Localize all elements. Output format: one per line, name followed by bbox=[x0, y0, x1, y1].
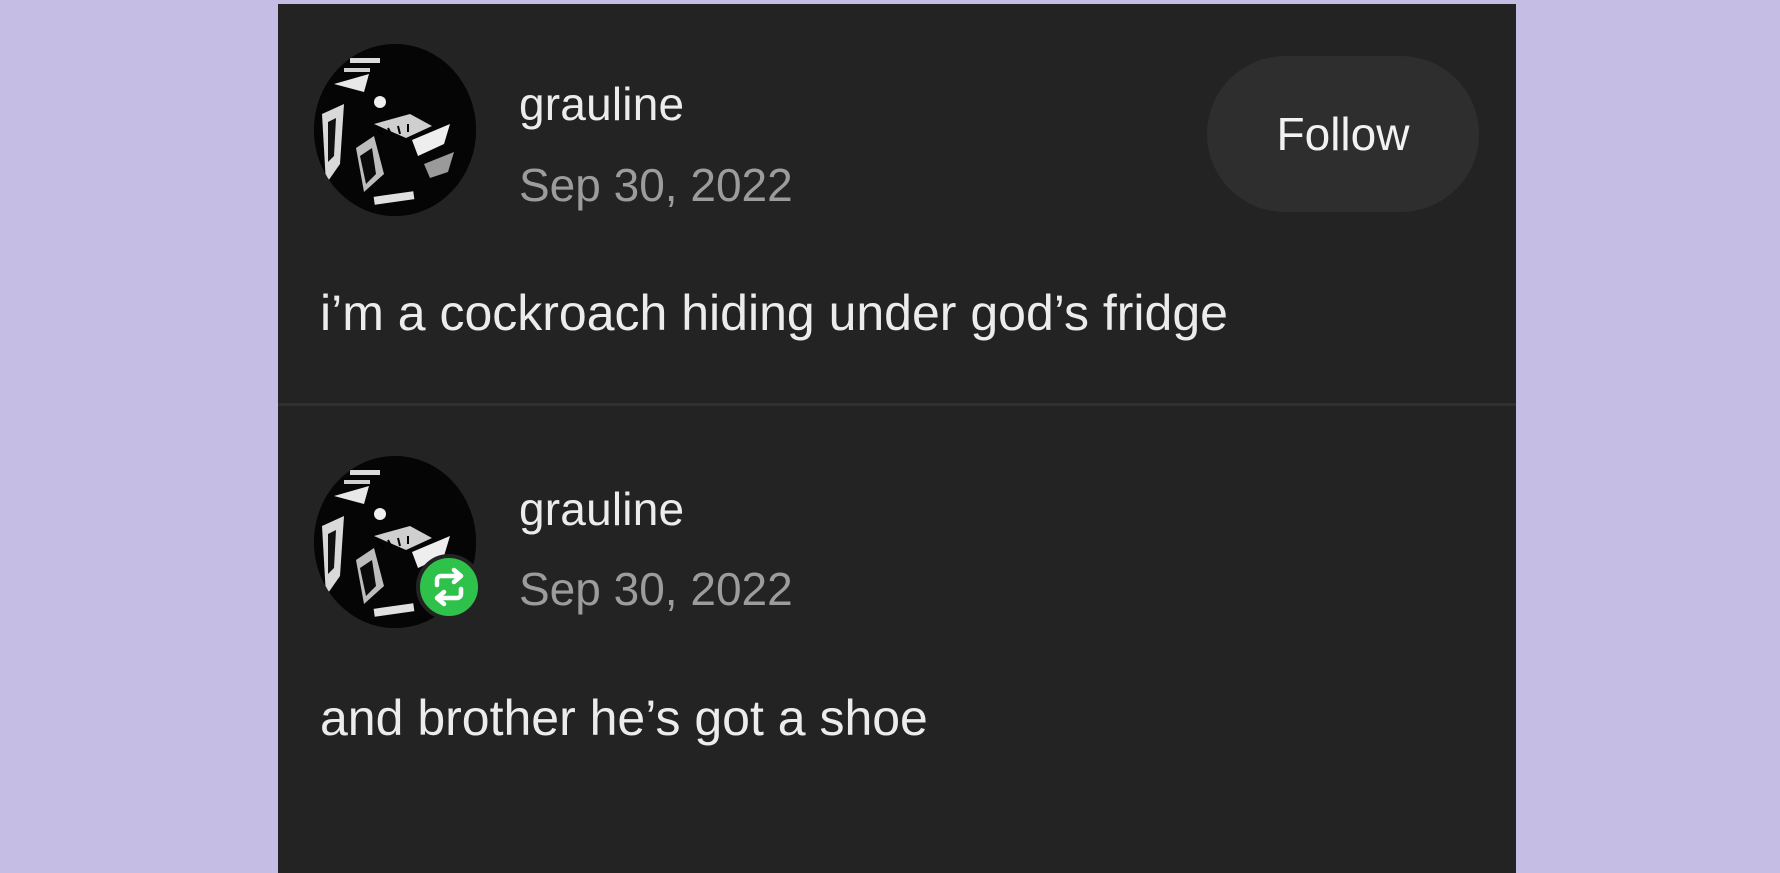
post-date[interactable]: Sep 30, 2022 bbox=[519, 562, 793, 616]
reblog-icon bbox=[434, 567, 464, 607]
post-text: and brother he’s got a shoe bbox=[320, 690, 928, 746]
avatar[interactable] bbox=[314, 44, 476, 216]
username[interactable]: grauline bbox=[519, 482, 684, 536]
username[interactable]: grauline bbox=[519, 77, 684, 131]
profile-avatar-image bbox=[314, 44, 476, 216]
post-date[interactable]: Sep 30, 2022 bbox=[519, 158, 793, 212]
reblog-post: grauline Sep 30, 2022 and brother he’s g… bbox=[278, 406, 1516, 873]
post-text: i’m a cockroach hiding under god’s fridg… bbox=[320, 285, 1228, 341]
post-thread-card: grauline Sep 30, 2022 Follow i’m a cockr… bbox=[278, 4, 1516, 873]
follow-button[interactable]: Follow bbox=[1207, 56, 1479, 212]
original-post: grauline Sep 30, 2022 Follow i’m a cockr… bbox=[278, 4, 1516, 404]
reblog-badge bbox=[416, 554, 482, 620]
